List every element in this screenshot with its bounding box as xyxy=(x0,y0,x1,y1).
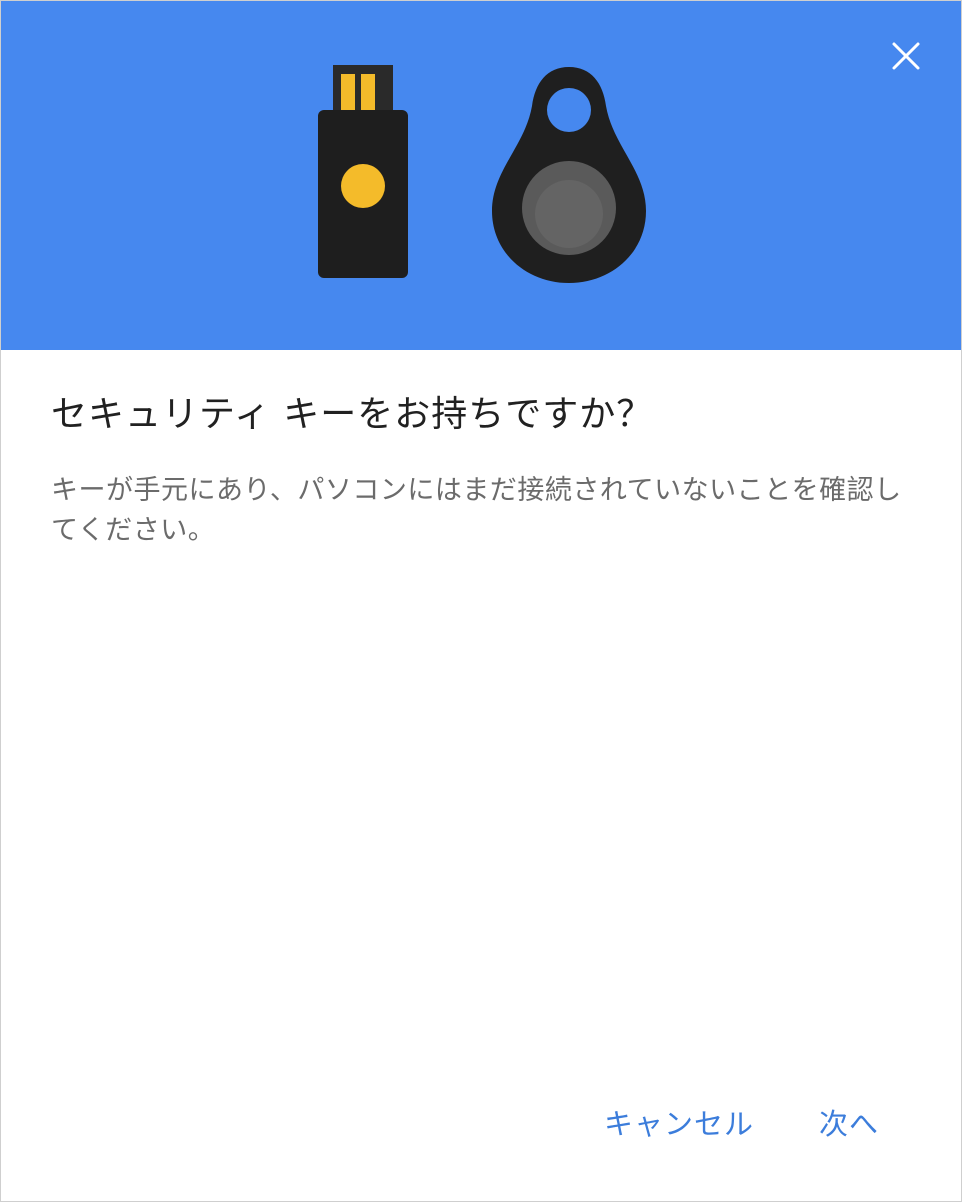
cancel-button[interactable]: キャンセル xyxy=(604,1099,754,1149)
dialog-title: セキュリティ キーをお持ちですか？ xyxy=(51,394,654,435)
next-button[interactable]: 次へ xyxy=(819,1099,879,1149)
hero-banner xyxy=(1,1,961,350)
close-button[interactable] xyxy=(885,35,927,77)
security-keys-illustration xyxy=(318,65,646,283)
close-icon xyxy=(892,42,920,70)
usb-security-key-icon xyxy=(318,65,408,278)
dialog-description: キーが手元にあり、パソコンにはまだ接続されていないことを確認してください。 xyxy=(51,475,902,546)
fob-security-key-icon xyxy=(492,67,646,283)
security-key-dialog: セキュリティ キーをお持ちですか？ キーが手元にあり、パソコンにはまだ接続されて… xyxy=(0,0,962,1202)
